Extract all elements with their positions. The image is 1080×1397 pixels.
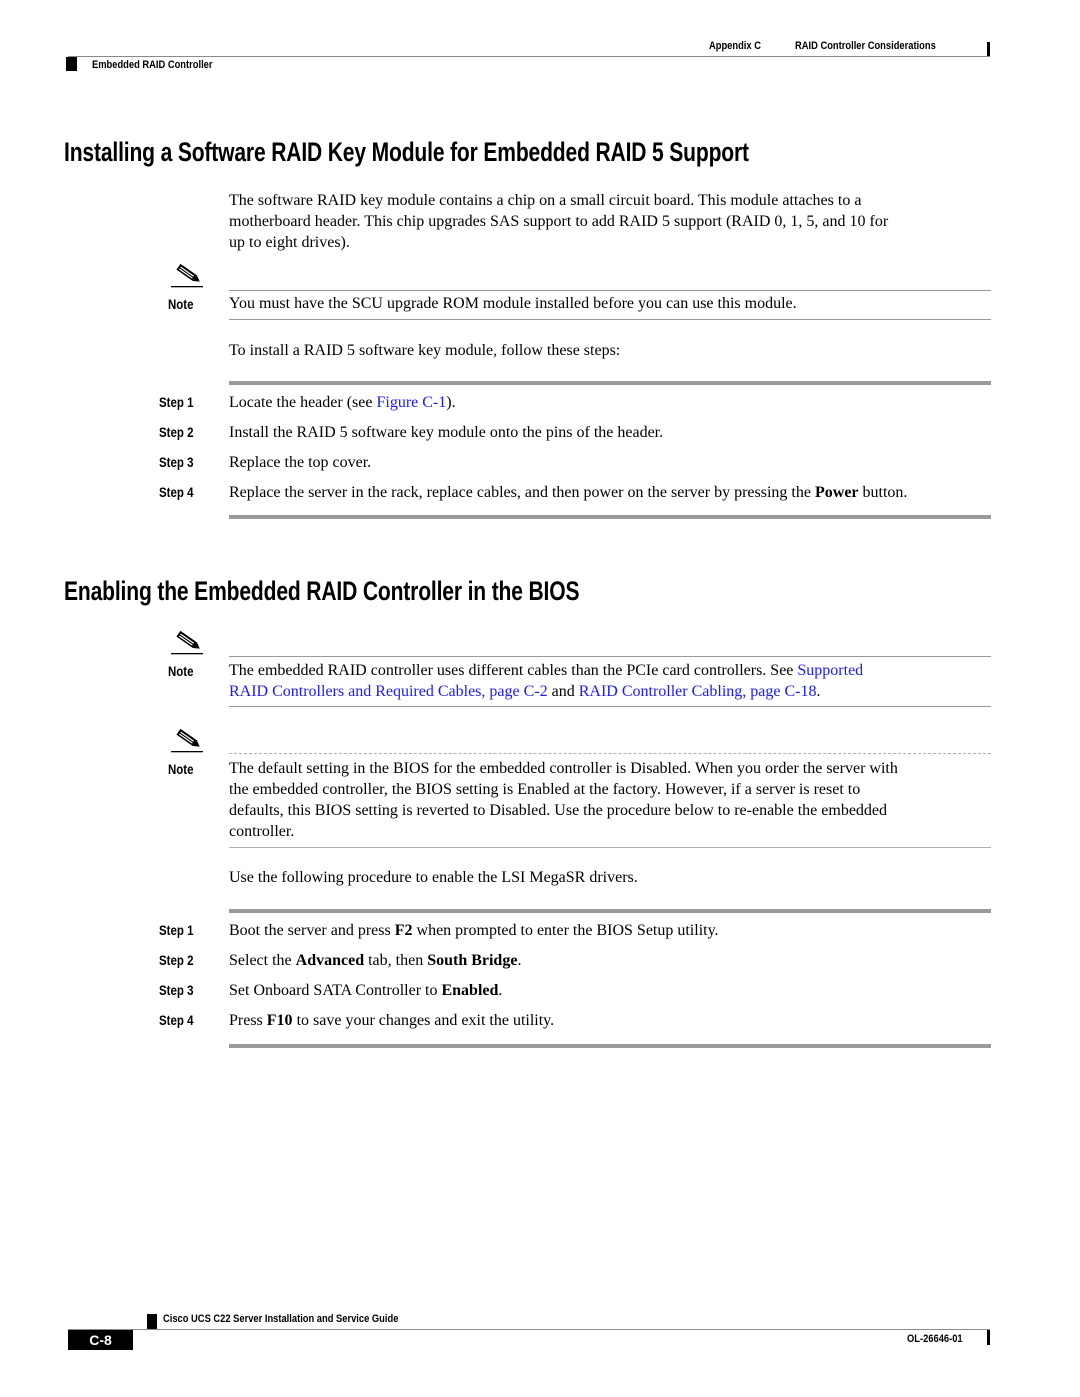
note-label: Note	[168, 296, 194, 312]
header-chapter-title: RAID Controller Considerations	[795, 40, 936, 52]
step-text-part: Press	[229, 1012, 267, 1029]
note-line: defaults, this BIOS setting is reverted …	[229, 802, 888, 819]
note-line: The default setting in the BIOS for the …	[229, 760, 898, 777]
procedure-rule-bottom	[229, 515, 991, 519]
note-label: Note	[168, 761, 194, 777]
step-label: Step 1	[159, 922, 194, 938]
step-text-bold: Advanced	[295, 952, 365, 969]
step-label: Step 3	[159, 454, 194, 470]
supported-raid-controllers-link-cont[interactable]: RAID Controllers and Required Cables, pa…	[229, 683, 548, 700]
step-row: Step 3 Set Onboard SATA Controller to En…	[0, 980, 1080, 1001]
intro-line: motherboard header. This chip upgrades S…	[229, 213, 889, 230]
section1-title: Installing a Software RAID Key Module fo…	[64, 137, 749, 167]
step-label: Step 2	[159, 424, 194, 440]
footer-block-marker	[147, 1314, 157, 1329]
supported-raid-controllers-link[interactable]: Supported	[797, 662, 863, 679]
step-row: Step 1 Locate the header (see Figure C-1…	[0, 392, 1080, 413]
note-rule-bottom	[229, 319, 991, 320]
step-text: Install the RAID 5 software key module o…	[229, 424, 664, 441]
step-text-bold: Enabled	[441, 982, 499, 999]
footer-doc-number: OL-26646-01	[907, 1333, 963, 1345]
step-text: Locate the header (see Figure C-1).	[229, 392, 456, 413]
header-appendix: Appendix C	[709, 40, 761, 52]
note-rule-bottom	[229, 706, 991, 707]
step-text-bold: South Bridge	[427, 952, 518, 969]
header-bar-marker	[987, 42, 990, 57]
step-text-part: tab, then	[364, 952, 428, 969]
note-line: the embedded controller, the BIOS settin…	[229, 781, 861, 798]
step-text: Press F10 to save your changes and exit …	[229, 1010, 554, 1031]
step-text-bold: F10	[266, 1012, 293, 1029]
step-row: Step 3 Replace the top cover.	[0, 452, 1080, 473]
header-block-marker	[66, 57, 77, 71]
pencil-icon	[170, 263, 206, 293]
section1-intro: The software RAID key module contains a …	[229, 190, 999, 253]
page-number-badge: C-8	[68, 1330, 133, 1350]
raid-controller-cabling-link[interactable]: RAID Controller Cabling, page C-18	[579, 683, 817, 700]
step-text-part: .	[517, 952, 522, 969]
note-text: The default setting in the BIOS for the …	[229, 758, 999, 842]
note-rule-top	[229, 656, 991, 657]
note-line: controller.	[229, 823, 295, 840]
intro-line: up to eight drives).	[229, 234, 350, 251]
procedure-rule-bottom	[229, 1044, 991, 1048]
step-text-part: Set Onboard SATA Controller to	[229, 982, 442, 999]
header-rule	[68, 56, 990, 57]
procedure-rule-top	[229, 381, 991, 385]
step-row: Step 4 Replace the server in the rack, r…	[0, 482, 1080, 503]
footer-guide-title: Cisco UCS C22 Server Installation and Se…	[163, 1313, 399, 1325]
note-text-part: The embedded RAID controller uses differ…	[229, 662, 798, 679]
step-text: Boot the server and press F2 when prompt…	[229, 920, 719, 941]
note-label: Note	[168, 663, 194, 679]
header-section: Embedded RAID Controller	[92, 59, 213, 71]
procedure-intro: To install a RAID 5 software key module,…	[229, 342, 621, 359]
step-label: Step 4	[159, 484, 194, 500]
footer-rule	[68, 1329, 990, 1330]
footer-bar-marker	[987, 1330, 990, 1345]
procedure-intro: Use the following procedure to enable th…	[229, 869, 638, 886]
step-label: Step 2	[159, 952, 194, 968]
step-row: Step 2 Select the Advanced tab, then Sou…	[0, 950, 1080, 971]
note-rule-top	[229, 290, 991, 291]
step-label: Step 4	[159, 1012, 194, 1028]
step-text-bold: Power	[814, 484, 859, 501]
note-text-part: and	[547, 683, 579, 700]
step-text-part: Replace the server in the rack, replace …	[229, 484, 815, 501]
step-text-part: .	[498, 982, 503, 999]
step-row: Step 4 Press F10 to save your changes an…	[0, 1010, 1080, 1031]
pencil-icon	[170, 630, 206, 660]
note-text: The embedded RAID controller uses differ…	[229, 660, 999, 702]
step-text-part: when prompted to enter the BIOS Setup ut…	[412, 922, 719, 939]
step-text-part: Locate the header (see	[229, 394, 377, 411]
step-text-bold: F2	[394, 922, 413, 939]
intro-line: The software RAID key module contains a …	[229, 192, 862, 209]
step-row: Step 2 Install the RAID 5 software key m…	[0, 422, 1080, 443]
step-text: Select the Advanced tab, then South Brid…	[229, 950, 521, 971]
step-label: Step 3	[159, 982, 194, 998]
step-label: Step 1	[159, 394, 194, 410]
note-text: You must have the SCU upgrade ROM module…	[229, 295, 797, 312]
step-text-part: to save your changes and exit the utilit…	[292, 1012, 555, 1029]
pencil-icon	[170, 728, 206, 758]
step-text-part: Select the	[229, 952, 296, 969]
step-text: Replace the server in the rack, replace …	[229, 482, 907, 503]
section2-title: Enabling the Embedded RAID Controller in…	[64, 576, 580, 606]
note-rule-bottom	[229, 847, 991, 848]
step-text: Set Onboard SATA Controller to Enabled.	[229, 980, 502, 1001]
procedure-rule-top	[229, 909, 991, 913]
step-text: Replace the top cover.	[229, 454, 372, 471]
step-text-part: ).	[446, 394, 456, 411]
step-text-part: Boot the server and press	[229, 922, 395, 939]
note-rule-top	[229, 753, 991, 754]
step-text-part: button.	[858, 484, 908, 501]
figure-c1-link[interactable]: Figure C-1	[376, 394, 446, 411]
step-row: Step 1 Boot the server and press F2 when…	[0, 920, 1080, 941]
note-text-part: .	[816, 683, 821, 700]
